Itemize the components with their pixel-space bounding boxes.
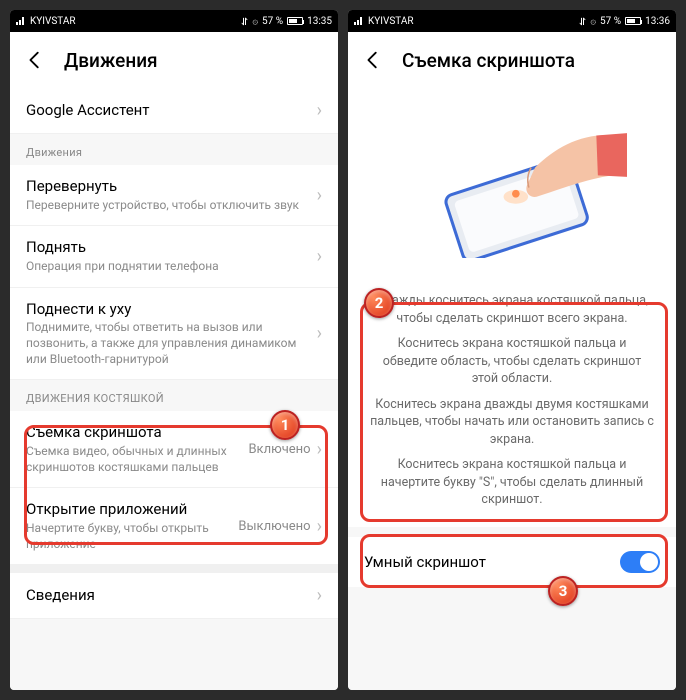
row-label: Поднести к уху — [26, 300, 303, 319]
row-open-app[interactable]: Открытие приложений Начертите букву, что… — [10, 488, 338, 565]
nfc-icon: ⇋ — [238, 17, 249, 25]
row-google-assistant[interactable]: Google Ассистент › — [10, 88, 338, 134]
page-title: Движения — [64, 49, 158, 72]
left-screen: KYIVSTAR ⇋ ۞ 57 % 13:35 Движения Google … — [10, 10, 338, 690]
title-bar: Съемка скриншота — [348, 32, 676, 88]
row-smart-screenshot[interactable]: Умный скриншот — [348, 537, 676, 587]
chevron-right-icon: › — [317, 100, 322, 121]
row-sublabel: Операция при поднятии телефона — [26, 259, 303, 275]
content-scroll[interactable]: Google Ассистент › Движения Перевернуть … — [10, 88, 338, 690]
back-button[interactable] — [362, 49, 384, 71]
battery-pct: 57 % — [262, 16, 283, 27]
knuckle-illustration — [348, 88, 676, 278]
status-bar: KYIVSTAR ⇋ ۞ 57 % 13:35 — [10, 10, 338, 32]
row-sublabel: Поднимите, чтобы ответить на вызов или п… — [26, 320, 303, 367]
desc-p4: Коснитесь экрана костяшкой пальца и наче… — [370, 456, 654, 509]
content-scroll[interactable]: Дважды коснитесь экрана костяшкой пальца… — [348, 88, 676, 690]
signal-icon — [354, 17, 364, 25]
row-raise[interactable]: Поднять Операция при поднятии телефона › — [10, 226, 338, 287]
right-screen: KYIVSTAR ⇋ ۞ 57 % 13:36 Съемка скриншота — [348, 10, 676, 690]
row-info[interactable]: Сведения › — [10, 573, 338, 619]
chevron-right-icon: › — [317, 439, 322, 460]
battery-pct: 57 % — [600, 16, 621, 27]
row-label: Google Ассистент — [26, 101, 303, 120]
title-bar: Движения — [10, 32, 338, 88]
back-button[interactable] — [24, 49, 46, 71]
row-ear[interactable]: Поднести к уху Поднимите, чтобы ответить… — [10, 288, 338, 381]
row-value: Включено — [248, 442, 310, 457]
back-arrow-icon — [362, 49, 384, 71]
chevron-right-icon: › — [317, 246, 322, 267]
row-value: Выключено — [238, 519, 310, 534]
nfc-icon: ⇋ — [576, 17, 587, 25]
smart-screenshot-toggle[interactable] — [620, 551, 660, 573]
row-sublabel: Начертите букву, чтобы открыть приложени… — [26, 521, 228, 552]
section-header-motions: Движения — [10, 134, 338, 165]
row-sublabel: Съемка видео, обычных и длинных скриншот… — [26, 444, 238, 475]
desc-p3: Коснитесь экрана дважды двумя костяшками… — [370, 396, 654, 449]
row-label: Сведения — [26, 586, 303, 605]
callout-marker-3: 3 — [548, 576, 578, 606]
chevron-right-icon: › — [317, 323, 322, 344]
vibrate-icon: ۞ — [590, 16, 596, 27]
back-arrow-icon — [24, 49, 46, 71]
row-label: Перевернуть — [26, 177, 303, 196]
signal-icon — [16, 17, 26, 25]
chevron-right-icon: › — [317, 185, 322, 206]
chevron-right-icon: › — [317, 585, 322, 606]
clock: 13:35 — [307, 16, 332, 27]
carrier-label: KYIVSTAR — [30, 16, 76, 27]
desc-p1: Дважды коснитесь экрана костяшкой пальца… — [370, 292, 654, 327]
status-bar: KYIVSTAR ⇋ ۞ 57 % 13:36 — [348, 10, 676, 32]
clock: 13:36 — [645, 16, 670, 27]
chevron-right-icon: › — [317, 516, 322, 537]
page-title: Съемка скриншота — [402, 49, 575, 72]
row-label: Съемка скриншота — [26, 423, 238, 442]
battery-icon — [625, 17, 641, 25]
vibrate-icon: ۞ — [252, 16, 258, 27]
callout-marker-1: 1 — [270, 410, 300, 440]
section-header-knuckle: ДВИЖЕНИЯ КОСТЯШКОЙ — [10, 380, 338, 411]
callout-marker-2: 2 — [364, 288, 394, 318]
description-block: Дважды коснитесь экрана костяшкой пальца… — [348, 278, 676, 527]
row-label: Поднять — [26, 238, 303, 257]
row-flip[interactable]: Перевернуть Переверните устройство, чтоб… — [10, 165, 338, 226]
battery-icon — [287, 17, 303, 25]
row-label: Открытие приложений — [26, 500, 228, 519]
carrier-label: KYIVSTAR — [368, 16, 414, 27]
toggle-label: Умный скриншот — [364, 553, 486, 571]
row-sublabel: Переверните устройство, чтобы отключить … — [26, 198, 303, 214]
desc-p2: Коснитесь экрана костяшкой пальца и обве… — [370, 335, 654, 388]
